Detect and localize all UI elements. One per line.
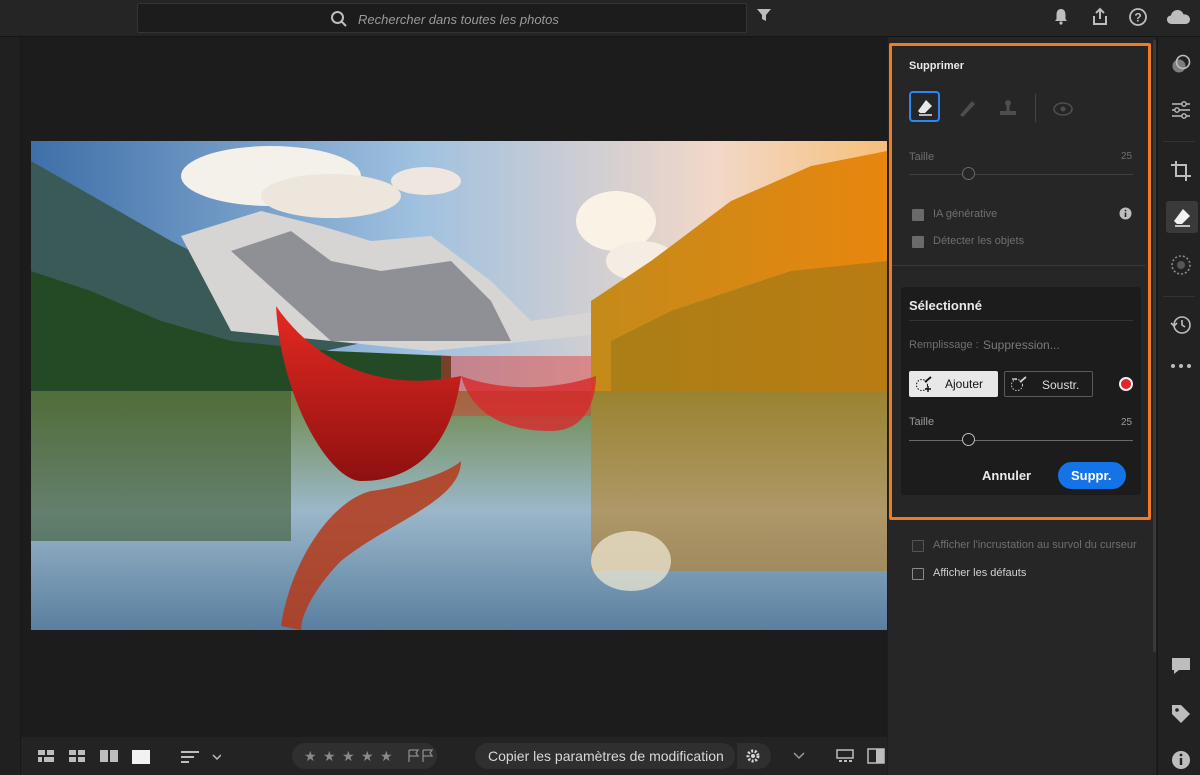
compare-view-icon[interactable] bbox=[100, 750, 118, 762]
show-overlay-checkbox[interactable] bbox=[912, 540, 924, 552]
bell-icon[interactable] bbox=[1052, 7, 1070, 25]
share-icon[interactable] bbox=[1090, 7, 1110, 27]
edit-sliders-icon[interactable] bbox=[1170, 99, 1192, 121]
crop-icon[interactable] bbox=[1170, 159, 1192, 183]
remove-tool-tab[interactable] bbox=[1166, 201, 1198, 233]
search-box[interactable]: Rechercher dans toutes les photos bbox=[137, 3, 747, 33]
left-collapsed-panel bbox=[0, 37, 21, 775]
eraser-icon bbox=[1174, 209, 1190, 227]
settings-button[interactable] bbox=[737, 743, 771, 769]
search-icon bbox=[331, 11, 347, 27]
bottom-toolbar: ★ ★ ★ ★ ★ Copier les paramètres de modif… bbox=[21, 737, 887, 775]
show-overlay-label: Afficher l'incrustation au survol du cur… bbox=[933, 539, 1137, 551]
star-rating-icons[interactable]: ★ ★ ★ ★ ★ bbox=[304, 749, 396, 763]
single-view-icon[interactable] bbox=[132, 750, 150, 764]
show-defects-label: Afficher les défauts bbox=[933, 567, 1027, 579]
before-after-icon[interactable] bbox=[867, 748, 885, 764]
grid-view-icon[interactable] bbox=[69, 750, 85, 762]
svg-text:★: ★ bbox=[304, 749, 317, 763]
cloud-icon[interactable] bbox=[1166, 7, 1192, 27]
strip-divider-2 bbox=[1163, 296, 1195, 297]
focus-highlight-frame bbox=[889, 43, 1151, 520]
svg-text:?: ? bbox=[1134, 11, 1141, 25]
grid-large-view-icon[interactable] bbox=[38, 750, 54, 762]
flag-icons[interactable] bbox=[408, 749, 434, 763]
tag-icon[interactable] bbox=[1170, 703, 1192, 725]
presets-icon[interactable] bbox=[1170, 53, 1192, 75]
sort-icon[interactable] bbox=[181, 750, 221, 764]
masking-icon[interactable] bbox=[1170, 254, 1192, 276]
chevron-down-icon[interactable] bbox=[793, 751, 805, 761]
svg-text:★: ★ bbox=[323, 749, 336, 763]
photo-preview[interactable] bbox=[31, 141, 887, 630]
gear-icon bbox=[746, 749, 760, 763]
help-icon[interactable]: ? bbox=[1128, 7, 1148, 27]
filter-icon[interactable] bbox=[756, 7, 772, 23]
copy-settings-button[interactable]: Copier les paramètres de modification bbox=[475, 743, 735, 769]
comment-icon[interactable] bbox=[1170, 656, 1192, 676]
svg-text:★: ★ bbox=[342, 749, 355, 763]
copy-settings-label: Copier les paramètres de modification bbox=[488, 748, 724, 764]
history-icon[interactable] bbox=[1170, 314, 1192, 336]
svg-text:★: ★ bbox=[361, 749, 374, 763]
more-options-icon[interactable] bbox=[1170, 362, 1192, 370]
rating-filter[interactable]: ★ ★ ★ ★ ★ bbox=[292, 743, 437, 769]
show-defects-checkbox[interactable] bbox=[912, 568, 924, 580]
filmstrip-icon[interactable] bbox=[836, 749, 854, 763]
strip-divider bbox=[1163, 141, 1195, 142]
search-input[interactable]: Rechercher dans toutes les photos bbox=[358, 12, 559, 27]
panel-scrollbar[interactable] bbox=[1153, 40, 1156, 652]
landscape-photo bbox=[31, 141, 887, 630]
info-panel-icon[interactable] bbox=[1170, 749, 1192, 771]
svg-text:★: ★ bbox=[380, 749, 393, 763]
